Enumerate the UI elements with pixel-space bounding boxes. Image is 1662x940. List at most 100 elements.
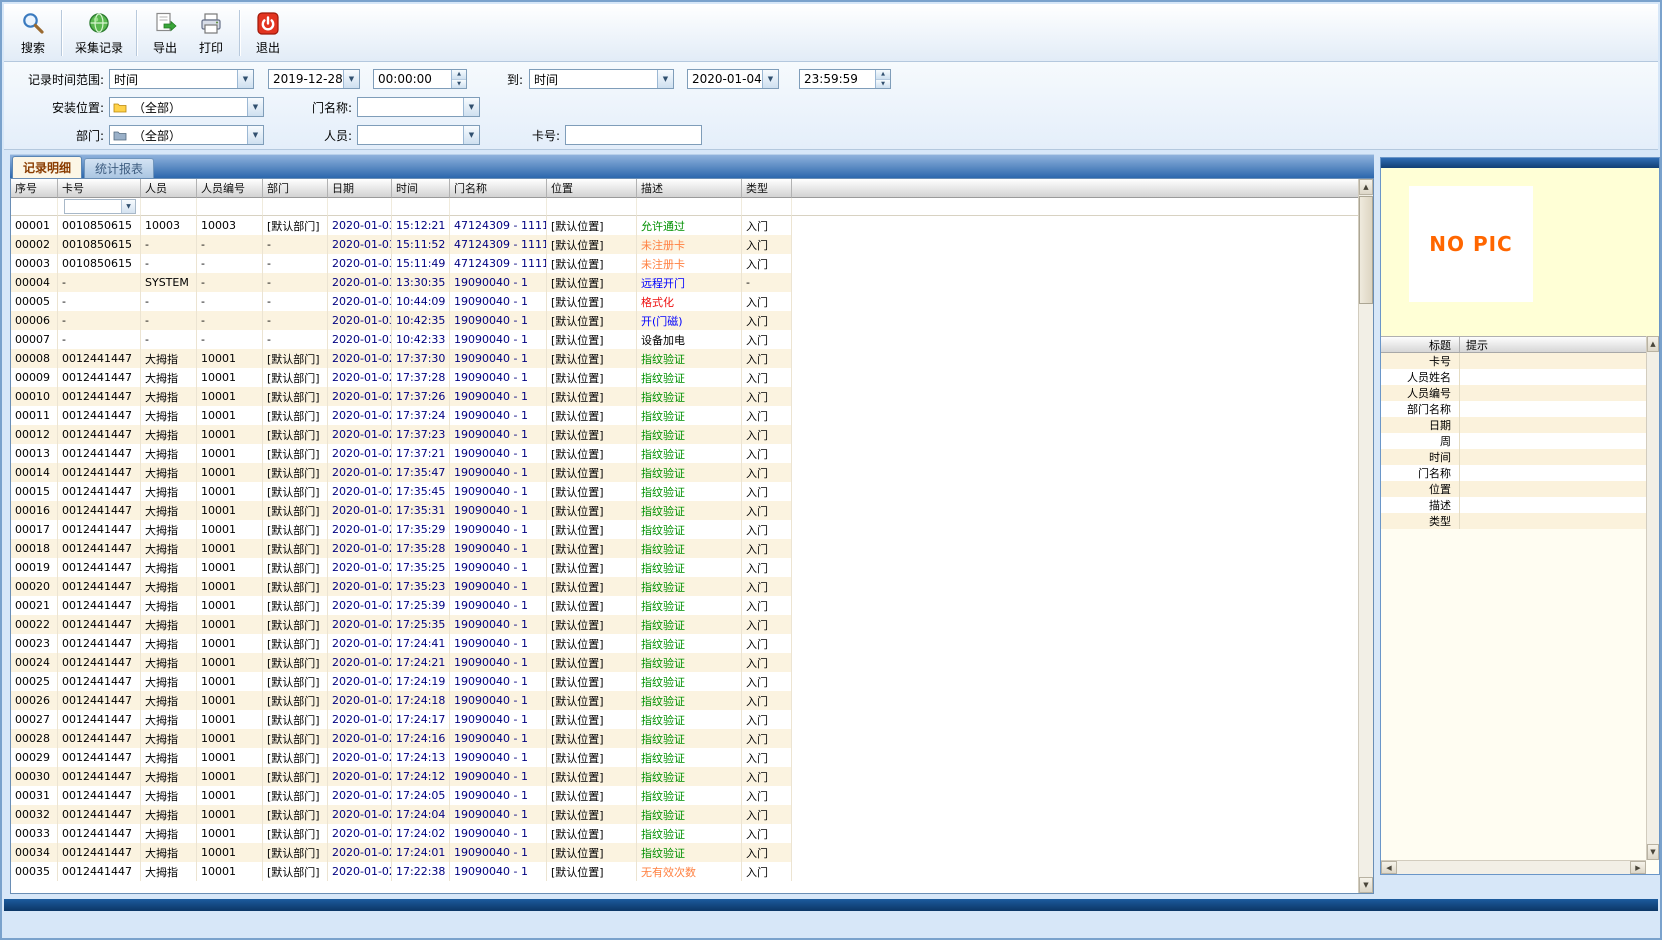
- scroll-up-icon[interactable]: ▲: [1359, 179, 1373, 195]
- table-row[interactable]: 000200012441447大拇指10001[默认部门]2020-01-021…: [11, 577, 1358, 596]
- spinner-buttons[interactable]: ▲▼: [875, 70, 890, 88]
- end-time-spinner[interactable]: 23:59:59 ▲▼: [799, 69, 891, 89]
- scroll-down-icon[interactable]: ▼: [1359, 877, 1373, 893]
- table-row[interactable]: 000260012441447大拇指10001[默认部门]2020-01-021…: [11, 691, 1358, 710]
- table-row[interactable]: 000190012441447大拇指10001[默认部门]2020-01-021…: [11, 558, 1358, 577]
- column-header[interactable]: 日期: [328, 179, 392, 198]
- cell-filler: [792, 406, 1358, 425]
- filter-cell[interactable]: ▼: [58, 198, 141, 216]
- chevron-down-icon[interactable]: ▼: [247, 98, 263, 116]
- door-name-combo[interactable]: ▼: [357, 97, 480, 117]
- table-row[interactable]: 000350012441447大拇指10001[默认部门]2020-01-021…: [11, 862, 1358, 881]
- column-header[interactable]: 门名称: [450, 179, 547, 198]
- table-row[interactable]: 00005----2020-01-0310:44:0919090040 - 1[…: [11, 292, 1358, 311]
- column-header[interactable]: 部门: [263, 179, 328, 198]
- scroll-up-icon[interactable]: ▲: [1647, 336, 1659, 352]
- table-row[interactable]: 000120012441447大拇指10001[默认部门]2020-01-021…: [11, 425, 1358, 444]
- tab-record-details[interactable]: 记录明细: [12, 156, 82, 178]
- panel-vertical-scrollbar[interactable]: ▲ ▼: [1646, 336, 1659, 860]
- card-filter-combo[interactable]: ▼: [64, 199, 136, 214]
- column-header[interactable]: 人员: [141, 179, 197, 198]
- cell-date: 2020-01-02: [328, 387, 392, 406]
- chevron-down-icon[interactable]: ▼: [247, 126, 263, 144]
- scroll-left-icon[interactable]: ◀: [1381, 861, 1397, 874]
- table-row[interactable]: 000320012441447大拇指10001[默认部门]2020-01-021…: [11, 805, 1358, 824]
- time-range-label: 记录时间范围:: [4, 71, 104, 88]
- table-row[interactable]: 00007----2020-01-0310:42:3319090040 - 1[…: [11, 330, 1358, 349]
- table-row[interactable]: 000170012441447大拇指10001[默认部门]2020-01-021…: [11, 520, 1358, 539]
- table-row[interactable]: 000270012441447大拇指10001[默认部门]2020-01-021…: [11, 710, 1358, 729]
- cell-person: -: [141, 311, 197, 330]
- start-time-spinner[interactable]: 00:00:00 ▲▼: [373, 69, 467, 89]
- chevron-down-icon[interactable]: ▼: [762, 70, 778, 88]
- cell-date: 2020-01-02: [328, 539, 392, 558]
- chevron-down-icon[interactable]: ▼: [121, 200, 135, 213]
- end-date-picker[interactable]: 2020-01-04 ▼: [687, 69, 779, 89]
- table-row[interactable]: 000280012441447大拇指10001[默认部门]2020-01-021…: [11, 729, 1358, 748]
- print-button[interactable]: 打印: [188, 7, 234, 59]
- spin-up-icon[interactable]: ▲: [876, 70, 890, 80]
- scroll-right-icon[interactable]: ▶: [1630, 861, 1646, 874]
- table-row[interactable]: 000330012441447大拇指10001[默认部门]2020-01-021…: [11, 824, 1358, 843]
- table-row[interactable]: 000180012441447大拇指10001[默认部门]2020-01-021…: [11, 539, 1358, 558]
- table-row[interactable]: 000140012441447大拇指10001[默认部门]2020-01-021…: [11, 463, 1358, 482]
- table-row[interactable]: 000310012441447大拇指10001[默认部门]2020-01-021…: [11, 786, 1358, 805]
- table-row[interactable]: 000080012441447大拇指10001[默认部门]2020-01-021…: [11, 349, 1358, 368]
- grid-body: ▼ 0000100108506151000310003[默认部门]2020-01…: [11, 198, 1358, 881]
- collect-records-button-label: 采集记录: [75, 39, 123, 56]
- table-row[interactable]: 0000100108506151000310003[默认部门]2020-01-0…: [11, 216, 1358, 235]
- chevron-down-icon[interactable]: ▼: [463, 126, 479, 144]
- spin-up-icon[interactable]: ▲: [452, 70, 466, 80]
- start-time-type-combo[interactable]: 时间 ▼: [109, 69, 254, 89]
- column-header[interactable]: 时间: [392, 179, 450, 198]
- scrollbar-thumb[interactable]: [1359, 196, 1373, 304]
- search-button[interactable]: 搜索: [10, 7, 56, 59]
- table-row[interactable]: 000020010850615---2020-01-0315:11:524712…: [11, 235, 1358, 254]
- export-button[interactable]: 导出: [142, 7, 188, 59]
- grid-vertical-scrollbar[interactable]: ▲ ▼: [1358, 179, 1373, 893]
- table-row[interactable]: 00004-SYSTEM--2020-01-0313:30:3519090040…: [11, 273, 1358, 292]
- collect-records-button[interactable]: 采集记录: [67, 7, 131, 59]
- person-combo[interactable]: ▼: [357, 125, 480, 145]
- table-row[interactable]: 000100012441447大拇指10001[默认部门]2020-01-021…: [11, 387, 1358, 406]
- table-row[interactable]: 00006----2020-01-0310:42:3519090040 - 1[…: [11, 311, 1358, 330]
- table-row[interactable]: 000090012441447大拇指10001[默认部门]2020-01-021…: [11, 368, 1358, 387]
- chevron-down-icon[interactable]: ▼: [237, 70, 253, 88]
- end-time-type-combo[interactable]: 时间 ▼: [529, 69, 674, 89]
- card-number-input[interactable]: [565, 125, 702, 145]
- cell-card: 0012441447: [58, 577, 141, 596]
- table-row[interactable]: 000340012441447大拇指10001[默认部门]2020-01-021…: [11, 843, 1358, 862]
- spinner-buttons[interactable]: ▲▼: [451, 70, 466, 88]
- table-row[interactable]: 000160012441447大拇指10001[默认部门]2020-01-021…: [11, 501, 1358, 520]
- column-header[interactable]: 描述: [637, 179, 742, 198]
- start-date-picker[interactable]: 2019-12-28 ▼: [268, 69, 360, 89]
- install-location-combo[interactable]: （全部） ▼: [109, 97, 264, 117]
- panel-horizontal-scrollbar[interactable]: ◀ ▶: [1381, 860, 1646, 874]
- column-header[interactable]: 序号: [11, 179, 58, 198]
- cell-person: -: [141, 254, 197, 273]
- table-row[interactable]: 000030010850615---2020-01-0315:11:494712…: [11, 254, 1358, 273]
- table-row[interactable]: 000240012441447大拇指10001[默认部门]2020-01-021…: [11, 653, 1358, 672]
- spin-down-icon[interactable]: ▼: [452, 80, 466, 89]
- chevron-down-icon[interactable]: ▼: [657, 70, 673, 88]
- column-header[interactable]: 位置: [547, 179, 637, 198]
- chevron-down-icon[interactable]: ▼: [463, 98, 479, 116]
- table-row[interactable]: 000220012441447大拇指10001[默认部门]2020-01-021…: [11, 615, 1358, 634]
- column-header[interactable]: 人员编号: [197, 179, 263, 198]
- table-row[interactable]: 000210012441447大拇指10001[默认部门]2020-01-021…: [11, 596, 1358, 615]
- table-row[interactable]: 000130012441447大拇指10001[默认部门]2020-01-021…: [11, 444, 1358, 463]
- table-row[interactable]: 000290012441447大拇指10001[默认部门]2020-01-021…: [11, 748, 1358, 767]
- table-row[interactable]: 000230012441447大拇指10001[默认部门]2020-01-021…: [11, 634, 1358, 653]
- department-combo[interactable]: （全部） ▼: [109, 125, 264, 145]
- table-row[interactable]: 000300012441447大拇指10001[默认部门]2020-01-021…: [11, 767, 1358, 786]
- table-row[interactable]: 000250012441447大拇指10001[默认部门]2020-01-021…: [11, 672, 1358, 691]
- table-row[interactable]: 000110012441447大拇指10001[默认部门]2020-01-021…: [11, 406, 1358, 425]
- chevron-down-icon[interactable]: ▼: [343, 70, 359, 88]
- exit-button[interactable]: 退出: [245, 7, 291, 59]
- table-row[interactable]: 000150012441447大拇指10001[默认部门]2020-01-021…: [11, 482, 1358, 501]
- spin-down-icon[interactable]: ▼: [876, 80, 890, 89]
- scroll-down-icon[interactable]: ▼: [1647, 844, 1659, 860]
- tab-statistics-report[interactable]: 统计报表: [84, 158, 154, 178]
- column-header[interactable]: 类型: [742, 179, 792, 198]
- column-header[interactable]: 卡号: [58, 179, 141, 198]
